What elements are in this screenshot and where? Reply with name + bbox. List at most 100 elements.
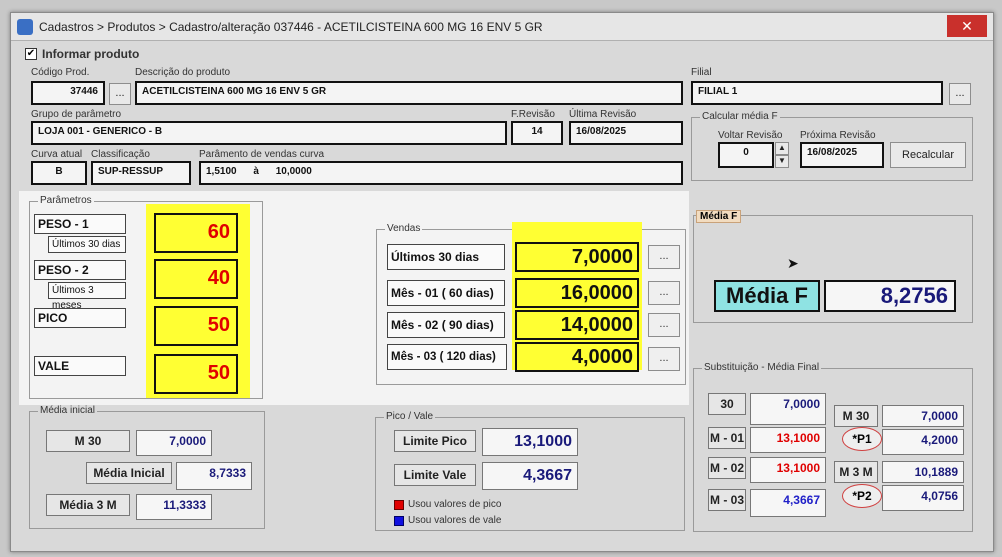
vendas-group: Vendas Últimos 30 dias 7,0000 ... Mês - …	[376, 222, 686, 385]
frevisao-label: F.Revisão	[511, 109, 555, 120]
vendas-row-button[interactable]: ...	[648, 281, 680, 305]
mi-m3m-value: 11,3333	[136, 494, 212, 520]
vendas-row-label: Mês - 02 ( 90 dias)	[387, 312, 505, 338]
proxima-field[interactable]: 16/08/2025	[800, 142, 884, 168]
vendas-label: Vendas	[385, 223, 423, 234]
informar-checkbox[interactable]: ✔	[25, 48, 37, 60]
limite-vale-tag: Limite Vale	[394, 464, 476, 486]
paramcurva-to: 10,0000	[275, 166, 312, 177]
voltar-up-button[interactable]: ▲	[775, 142, 789, 155]
peso2-sub: Últimos 3 meses	[48, 282, 126, 311]
grupo-label: Grupo de parâmetro	[31, 109, 122, 120]
paramcurva-sep: à	[253, 166, 259, 177]
legend-pico-label: Usou valores de pico	[408, 499, 502, 510]
sub-p1-value: 4,2000	[882, 429, 964, 455]
voltar-down-button[interactable]: ▼	[775, 155, 789, 168]
descricao-field[interactable]: ACETILCISTEINA 600 MG 16 ENV 5 GR	[135, 81, 683, 105]
voltar-label: Voltar Revisão	[718, 130, 783, 141]
vale-value[interactable]: 50	[154, 354, 238, 394]
vendas-row-value[interactable]: 14,0000	[515, 310, 639, 340]
classificacao-label: Classificação	[91, 149, 150, 160]
app-icon	[17, 19, 33, 35]
informar-label: Informar produto	[42, 47, 140, 61]
vendas-row-value[interactable]: 4,0000	[515, 342, 639, 372]
window-title: Cadastros > Produtos > Cadastro/alteraçã…	[39, 20, 543, 34]
peso1-sub: Últimos 30 dias	[48, 236, 126, 253]
vendas-row-label: Mês - 01 ( 60 dias)	[387, 280, 505, 306]
pico-value[interactable]: 50	[154, 306, 238, 346]
codigo-lookup-button[interactable]: ...	[109, 83, 131, 105]
sub-m3m-value: 10,1889	[882, 461, 964, 483]
limite-pico-tag: Limite Pico	[394, 430, 476, 452]
filial-lookup-button[interactable]: ...	[949, 83, 971, 105]
vendas-row-label: Últimos 30 dias	[387, 244, 505, 270]
substituicao-group: Substituição - Média Final 30 7,0000 M -…	[693, 362, 973, 532]
sub-p1-tag: *P1	[842, 427, 882, 451]
sub-r1-value: 7,0000	[750, 393, 826, 425]
limite-vale-value: 4,3667	[482, 462, 578, 490]
highlight-panel: Parâmetros PESO - 1 Últimos 30 dias 60 P…	[19, 191, 689, 405]
peso1-tag: PESO - 1	[34, 214, 126, 234]
parametros-group: Parâmetros PESO - 1 Últimos 30 dias 60 P…	[29, 195, 263, 399]
mediaf-label: Média F	[696, 210, 742, 223]
curva-field[interactable]: B	[31, 161, 87, 185]
vendas-row-label: Mês - 03 ( 120 dias)	[387, 344, 507, 370]
mediaf-group: Média F Média F 8,2756	[693, 210, 973, 323]
vendas-row-button[interactable]: ...	[648, 347, 680, 371]
filial-field[interactable]: FILIAL 1	[691, 81, 943, 105]
ultima-revisao-label: Última Revisão	[569, 109, 637, 120]
mediainicial-label: Média inicial	[38, 405, 98, 416]
mouse-cursor-icon: ➤	[787, 255, 799, 271]
paramcurva-field[interactable]: 1,5100 à 10,0000	[199, 161, 683, 185]
sub-r3-value: 13,1000	[750, 457, 826, 483]
sub-p2-value: 4,0756	[882, 485, 964, 511]
close-button[interactable]: ✕	[947, 15, 987, 37]
calcular-label: Calcular média F	[700, 111, 780, 122]
limite-pico-value: 13,1000	[482, 428, 578, 456]
mi-m30-value: 7,0000	[136, 430, 212, 456]
mi-m3m-tag: Média 3 M	[46, 494, 130, 516]
legend-pico-swatch	[394, 500, 404, 510]
ultima-revisao-field[interactable]: 16/08/2025	[569, 121, 683, 145]
parametros-label: Parâmetros	[38, 195, 94, 206]
filial-label: Filial	[691, 67, 712, 78]
paramcurva-label: Parâmento de vendas curva	[199, 149, 325, 160]
mi-m30-tag: M 30	[46, 430, 130, 452]
sub-r2-value: 13,1000	[750, 427, 826, 453]
vendas-row-value[interactable]: 16,0000	[515, 278, 639, 308]
recalcular-button[interactable]: Recalcular	[890, 142, 966, 168]
sub-r1-tag: 30	[708, 393, 746, 415]
descricao-label: Descrição do produto	[135, 67, 231, 78]
classificacao-field[interactable]: SUP-RESSUP	[91, 161, 191, 185]
codigo-label: Código Prod.	[31, 67, 90, 78]
sub-r4-tag: M - 03	[708, 489, 746, 511]
sub-p2-tag: *P2	[842, 484, 882, 508]
mediaf-value: 8,2756	[824, 280, 956, 312]
legend-vale-swatch	[394, 516, 404, 526]
screen-background: Cadastros > Produtos > Cadastro/alteraçã…	[0, 0, 1002, 557]
peso1-value[interactable]: 60	[154, 213, 238, 253]
frevisao-field[interactable]: 14	[511, 121, 563, 145]
codigo-field[interactable]: 37446	[31, 81, 105, 105]
vendas-row-button[interactable]: ...	[648, 313, 680, 337]
vendas-row-button[interactable]: ...	[648, 245, 680, 269]
sub-r2-tag: M - 01	[708, 427, 746, 449]
vale-tag: VALE	[34, 356, 126, 376]
voltar-field[interactable]: 0	[718, 142, 774, 168]
curva-label: Curva atual	[31, 149, 83, 160]
mediainicial-group: Média inicial M 30 7,0000 Média Inicial …	[29, 405, 265, 529]
legend-vale-label: Usou valores de vale	[408, 515, 502, 526]
vendas-row-value[interactable]: 7,0000	[515, 242, 639, 272]
product-window: Cadastros > Produtos > Cadastro/alteraçã…	[10, 12, 994, 552]
picovale-group: Pico / Vale Limite Pico 13,1000 Limite V…	[375, 411, 685, 531]
peso2-tag: PESO - 2	[34, 260, 126, 280]
grupo-field[interactable]: LOJA 001 - GENERICO - B	[31, 121, 507, 145]
mi-media-inicial-tag: Média Inicial	[86, 462, 172, 484]
mi-media-inicial-value: 8,7333	[176, 462, 252, 490]
title-bar: Cadastros > Produtos > Cadastro/alteraçã…	[11, 13, 993, 41]
peso2-value[interactable]: 40	[154, 259, 238, 299]
proxima-label: Próxima Revisão	[800, 130, 876, 141]
mediaf-tag: Média F	[714, 280, 820, 312]
substituicao-label: Substituição - Média Final	[702, 362, 822, 373]
sub-m30-tag: M 30	[834, 405, 878, 427]
